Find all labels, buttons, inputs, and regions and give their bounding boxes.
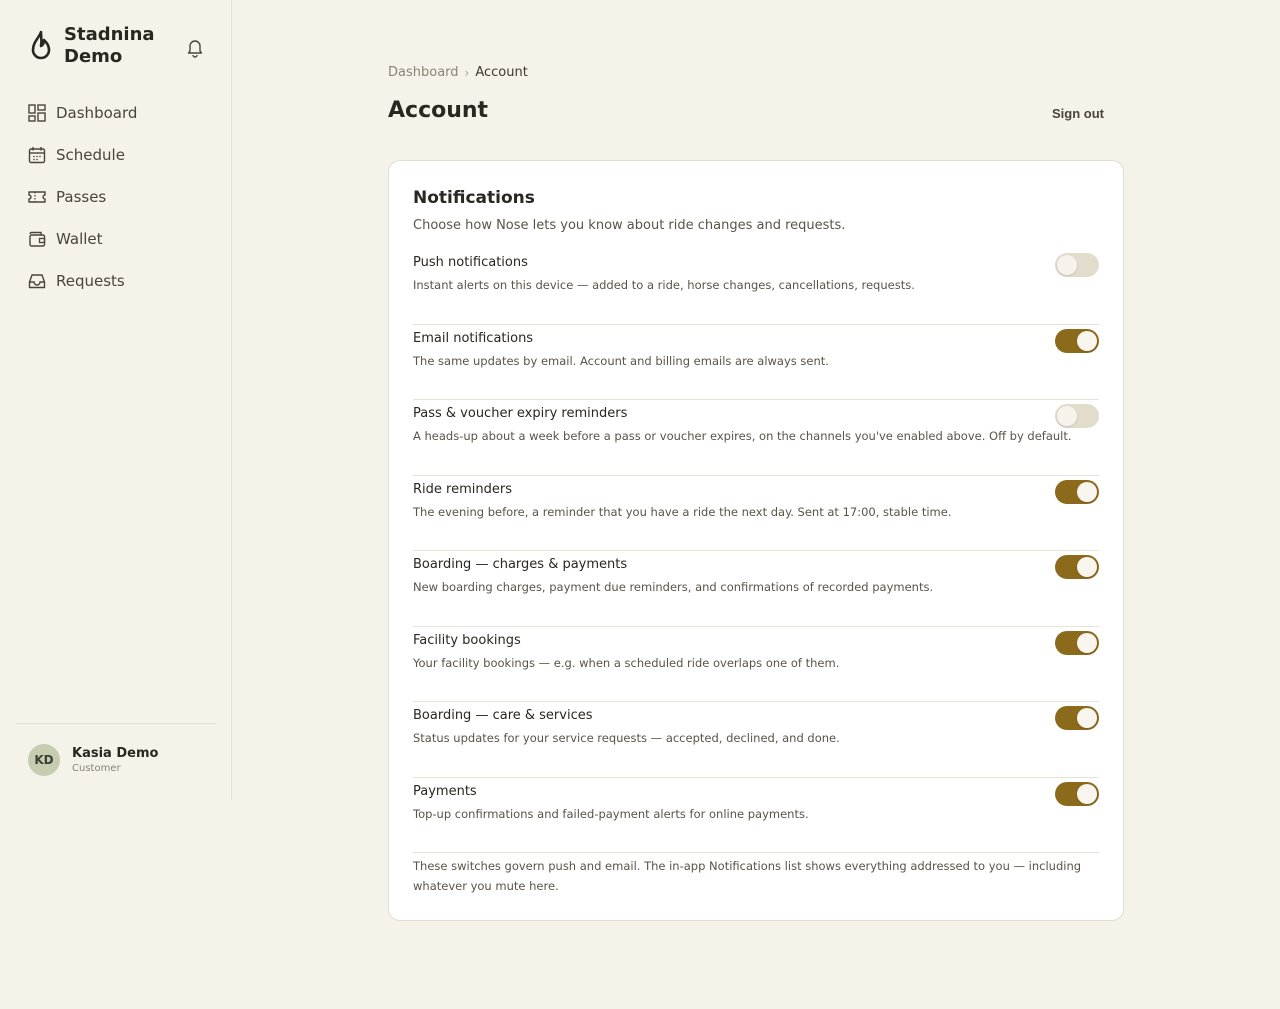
sidebar-item-requests[interactable]: Requests (28, 268, 137, 294)
sidebar-item-label: Schedule (56, 146, 125, 164)
sidebar-item-label: Requests (56, 272, 125, 290)
setting-facility-bookings: Facility bookings Your facility bookings… (413, 627, 1099, 702)
flame-logo-icon (28, 26, 54, 66)
setting-description: Instant alerts on this device — added to… (413, 278, 915, 292)
wallet-icon (28, 229, 48, 249)
setting-payments: Payments Top-up confirmations and failed… (413, 778, 1099, 853)
sign-out-button[interactable]: Sign out (1040, 100, 1116, 126)
ride-reminders-toggle[interactable] (1055, 479, 1099, 504)
setting-boarding-care: Boarding — care & services Status update… (413, 702, 1099, 778)
setting-description: A heads-up about a week before a pass or… (413, 429, 1072, 443)
avatar: KD (28, 744, 60, 776)
card-title: Notifications (413, 188, 535, 208)
sidebar-item-label: Dashboard (56, 104, 138, 122)
setting-push-notifications: Push notifications Instant alerts on thi… (413, 249, 1099, 325)
breadcrumb: Dashboard › Account (388, 65, 528, 80)
sidebar-item-passes[interactable]: Passes (28, 184, 137, 210)
facility-bookings-toggle[interactable] (1055, 630, 1099, 655)
setting-description: The same updates by email. Account and b… (413, 353, 829, 368)
toggle-knob (1057, 406, 1077, 426)
toggle-knob (1077, 708, 1097, 728)
setting-title: Boarding — care & services (413, 708, 593, 723)
email-notifications-toggle[interactable] (1055, 328, 1099, 353)
brand-name: Stadnina Demo (64, 24, 155, 67)
dashboard-icon (28, 103, 48, 123)
card-subtitle: Choose how Nose lets you know about ride… (413, 218, 846, 233)
bell-icon[interactable] (184, 36, 206, 58)
setting-boarding-charges: Boarding — charges & payments New boardi… (413, 551, 1099, 627)
setting-title: Push notifications (413, 255, 528, 270)
setting-description: Your facility bookings — e.g. when a sch… (413, 655, 840, 670)
sidebar-item-wallet[interactable]: Wallet (28, 226, 137, 252)
divider (16, 723, 216, 724)
toggle-knob (1077, 481, 1097, 502)
setting-expiry-reminders: Pass & voucher expiry reminders A heads-… (413, 400, 1099, 476)
user-profile[interactable]: KD Kasia Demo Customer (28, 744, 158, 776)
user-role: Customer (72, 762, 121, 774)
boarding-charges-toggle[interactable] (1055, 555, 1099, 579)
expiry-reminders-toggle[interactable] (1055, 404, 1099, 428)
boarding-care-toggle[interactable] (1055, 706, 1099, 730)
brand[interactable]: Stadnina Demo (28, 24, 174, 68)
ticket-icon (28, 187, 48, 207)
toggle-knob (1077, 557, 1097, 577)
breadcrumb-dashboard-link[interactable]: Dashboard (388, 65, 459, 80)
setting-email-notifications: Email notifications The same updates by … (413, 325, 1099, 400)
setting-title: Email notifications (413, 330, 534, 346)
inbox-icon (28, 271, 48, 291)
sidebar: Stadnina Demo Dashboard Schedule Passes (0, 0, 232, 800)
toggle-knob (1077, 783, 1097, 804)
toggle-knob (1057, 255, 1077, 275)
notification-settings-list: Push notifications Instant alerts on thi… (413, 249, 1099, 853)
setting-description: The evening before, a reminder that you … (413, 504, 952, 519)
toggle-knob (1077, 330, 1097, 351)
push-notifications-toggle[interactable] (1055, 253, 1099, 277)
setting-description: New boarding charges, payment due remind… (413, 580, 934, 594)
breadcrumb-current: Account (475, 65, 528, 80)
setting-ride-reminders: Ride reminders The evening before, a rem… (413, 476, 1099, 551)
setting-title: Facility bookings (413, 632, 521, 648)
toggle-knob (1077, 632, 1097, 653)
sidebar-item-label: Wallet (56, 230, 103, 248)
sidebar-item-label: Passes (56, 188, 107, 206)
sidebar-nav: Dashboard Schedule Passes Wallet Request… (28, 100, 137, 310)
setting-title: Boarding — charges & payments (413, 557, 628, 572)
user-name: Kasia Demo (72, 745, 159, 761)
setting-title: Pass & voucher expiry reminders (413, 406, 628, 421)
page-title: Account (388, 98, 489, 123)
setting-description: Status updates for your service requests… (413, 731, 840, 745)
sidebar-item-schedule[interactable]: Schedule (28, 142, 137, 168)
breadcrumb-separator: › (464, 65, 470, 80)
calendar-icon (28, 145, 48, 165)
notifications-card: Notifications Choose how Nose lets you k… (388, 160, 1124, 921)
setting-title: Ride reminders (413, 481, 512, 497)
setting-title: Payments (413, 783, 477, 799)
payments-toggle[interactable] (1055, 781, 1099, 806)
card-footer-note: These switches govern push and email. Th… (413, 859, 1082, 893)
sidebar-item-dashboard[interactable]: Dashboard (28, 100, 137, 126)
setting-description: Top-up confirmations and failed-payment … (413, 806, 809, 821)
